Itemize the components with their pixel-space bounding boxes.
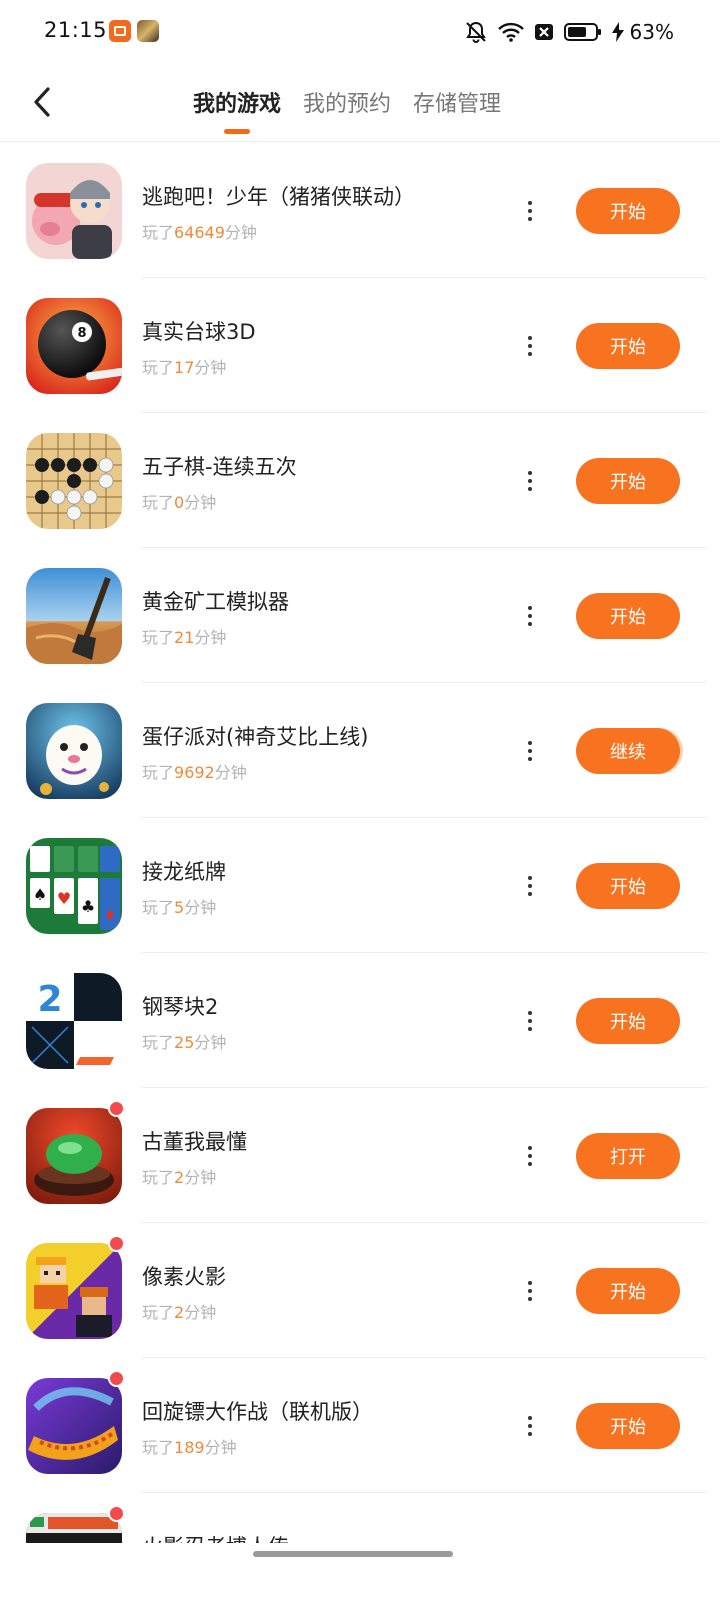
solitaire-cards-icon: ♠ ♥ ♣ ♦ <box>26 838 122 934</box>
tab-my-reservations[interactable]: 我的预约 <box>303 86 391 132</box>
svg-text:♣: ♣ <box>81 897 95 916</box>
game-row[interactable]: 古董我最懂 玩了2分钟 打开 <box>0 1088 720 1223</box>
game-list: 逃跑吧！少年（猪猪侠联动） 玩了64649分钟 开始 8 真实台球3D 玩了17… <box>0 143 720 1543</box>
app-notification-icon-1 <box>109 20 131 42</box>
header: 我的游戏 我的预约 存储管理 <box>0 62 720 142</box>
play-time: 玩了0分钟 <box>142 493 217 512</box>
more-options-button[interactable] <box>516 598 544 634</box>
mute-bell-icon <box>465 21 486 43</box>
start-button[interactable]: 开始 <box>576 323 680 369</box>
no-sim-icon <box>534 24 553 40</box>
game-title: 回旋镖大作战（联机版） <box>142 1400 373 1424</box>
more-options-button[interactable] <box>516 868 544 904</box>
play-time: 玩了2分钟 <box>142 1303 217 1322</box>
start-button[interactable]: 开始 <box>576 863 680 909</box>
new-badge-dot <box>108 1505 125 1522</box>
game-row[interactable]: ♠ ♥ ♣ ♦ 接龙纸牌 玩了5分钟 开始 <box>0 818 720 953</box>
escape-boy-icon <box>26 163 122 259</box>
tab-bar: 我的游戏 我的预约 存储管理 <box>193 86 501 134</box>
shinobi-striker-icon <box>26 1513 122 1543</box>
more-options-button[interactable] <box>516 328 544 364</box>
app-notification-icon-2 <box>137 20 159 42</box>
play-time: 玩了5分钟 <box>142 898 217 917</box>
gomoku-board-icon <box>26 433 122 529</box>
game-title: 黄金矿工模拟器 <box>142 590 289 614</box>
game-title: 像素火影 <box>142 1265 226 1289</box>
play-time: 玩了9692分钟 <box>142 763 247 782</box>
game-title: 五子棋-连续五次 <box>142 455 297 479</box>
status-icons: 63% <box>464 20 674 44</box>
piano-tiles-2-icon: 2 <box>26 973 122 1069</box>
game-title: 真实台球3D <box>142 320 256 344</box>
game-row[interactable]: 回旋镖大作战（联机版） 玩了189分钟 开始 <box>0 1358 720 1493</box>
wifi-icon <box>497 22 524 42</box>
start-button[interactable]: 开始 <box>576 998 680 1044</box>
continue-button[interactable]: 继续 <box>576 728 680 774</box>
home-indicator[interactable] <box>253 1551 453 1557</box>
start-button[interactable]: 开始 <box>576 458 680 504</box>
billiards-8-ball-icon: 8 <box>26 298 122 394</box>
game-title: 接龙纸牌 <box>142 860 226 884</box>
tab-storage-management[interactable]: 存储管理 <box>413 86 501 132</box>
eggy-party-icon <box>26 703 122 799</box>
more-options-button[interactable] <box>516 1003 544 1039</box>
svg-text:♥: ♥ <box>57 889 71 908</box>
game-row[interactable]: 黄金矿工模拟器 玩了21分钟 开始 <box>0 548 720 683</box>
svg-text:2: 2 <box>37 979 62 1020</box>
chevron-left-icon <box>34 87 50 117</box>
more-options-button[interactable] <box>516 193 544 229</box>
game-row[interactable]: 五子棋-连续五次 玩了0分钟 开始 <box>0 413 720 548</box>
more-options-button[interactable] <box>516 1273 544 1309</box>
svg-text:♦: ♦ <box>104 908 117 924</box>
open-button[interactable]: 打开 <box>576 1133 680 1179</box>
battery-percent: 63% <box>629 20 674 44</box>
game-title: 蛋仔派对(神奇艾比上线) <box>142 725 369 749</box>
more-options-button[interactable] <box>516 1408 544 1444</box>
new-badge-dot <box>108 1100 125 1117</box>
charging-bolt-icon <box>611 22 624 42</box>
play-time: 玩了21分钟 <box>142 628 227 647</box>
status-time: 21:15 <box>44 18 108 42</box>
svg-text:8: 8 <box>77 326 86 341</box>
game-title: 火影忍者博人传 <box>142 1531 289 1543</box>
play-time: 玩了25分钟 <box>142 1033 227 1052</box>
start-button[interactable]: 开始 <box>576 593 680 639</box>
jade-antique-icon <box>26 1108 122 1204</box>
svg-text:♠: ♠ <box>33 885 47 904</box>
start-button[interactable]: 开始 <box>576 1403 680 1449</box>
more-options-button[interactable] <box>516 733 544 769</box>
game-row[interactable]: 2 钢琴块2 玩了25分钟 开始 <box>0 953 720 1088</box>
tab-my-games[interactable]: 我的游戏 <box>193 86 281 134</box>
pixel-ninja-icon <box>26 1243 122 1339</box>
game-row[interactable]: 逃跑吧！少年（猪猪侠联动） 玩了64649分钟 开始 <box>0 143 720 278</box>
play-time: 玩了2分钟 <box>142 1168 217 1187</box>
play-time: 玩了64649分钟 <box>142 223 257 242</box>
game-title: 古董我最懂 <box>142 1130 247 1154</box>
game-row[interactable]: 火影忍者博人传 <box>0 1493 720 1543</box>
status-bar: 21:15 63% <box>0 0 720 62</box>
game-row[interactable]: 8 真实台球3D 玩了17分钟 开始 <box>0 278 720 413</box>
boomerang-icon <box>26 1378 122 1474</box>
game-row[interactable]: 像素火影 玩了2分钟 开始 <box>0 1223 720 1358</box>
new-badge-dot <box>108 1370 125 1387</box>
start-button[interactable]: 开始 <box>576 188 680 234</box>
game-row[interactable]: 蛋仔派对(神奇艾比上线) 玩了9692分钟 继续 <box>0 683 720 818</box>
game-title: 钢琴块2 <box>142 995 219 1019</box>
gold-miner-shovel-icon <box>26 568 122 664</box>
play-time: 玩了17分钟 <box>142 358 227 377</box>
battery-icon <box>563 23 601 41</box>
start-button[interactable]: 开始 <box>576 1268 680 1314</box>
game-title: 逃跑吧！少年（猪猪侠联动） <box>142 185 415 209</box>
back-button[interactable] <box>22 82 62 122</box>
more-options-button[interactable] <box>516 1138 544 1174</box>
more-options-button[interactable] <box>516 463 544 499</box>
new-badge-dot <box>108 1235 125 1252</box>
play-time: 玩了189分钟 <box>142 1438 237 1457</box>
